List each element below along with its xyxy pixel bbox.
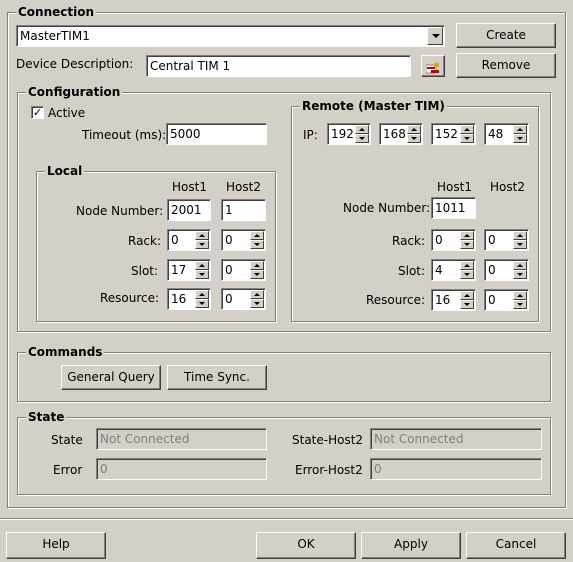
spin-down-icon[interactable] [355,134,369,143]
remote-rack-host2-stepper[interactable]: 0 [484,229,529,251]
spin-up-icon[interactable] [460,125,474,134]
remote-legend: Remote (Master TIM) [300,98,447,114]
help-button[interactable]: Help [6,532,106,559]
local-host1-header: Host1 [172,180,207,194]
spin-down-icon[interactable] [195,299,209,308]
remove-button[interactable]: Remove [456,53,556,78]
spin-up-icon[interactable] [195,261,209,270]
spin-down-icon[interactable] [250,240,264,249]
active-checkbox[interactable]: ✓ [31,106,44,119]
footer-divider [0,518,573,520]
spin-up-icon[interactable] [513,231,527,240]
spin-up-icon[interactable] [460,291,474,300]
timeout-label: Timeout (ms): [82,128,167,142]
spin-down-icon[interactable] [460,134,474,143]
remote-ip-octet-3[interactable]: 152 [431,123,476,145]
configuration-legend: Configuration [26,84,123,100]
spin-down-icon[interactable] [250,270,264,279]
error-host2-label: Error-Host2 [295,463,363,477]
checkmark-icon: ✓ [32,106,43,119]
local-resource-host1-stepper[interactable]: 16 [167,288,211,310]
spin-down-icon[interactable] [460,240,474,249]
spin-up-icon[interactable] [460,231,474,240]
ok-button[interactable]: OK [256,532,356,559]
spin-up-icon[interactable] [195,231,209,240]
connection-select[interactable]: MasterTIM1 [16,25,445,47]
local-slot-host2-stepper[interactable]: 0 [221,259,266,281]
remote-node-number-host1[interactable]: 1011 [431,197,476,219]
state-host2-field: Not Connected [370,428,542,450]
time-sync-button[interactable]: Time Sync. [167,365,267,390]
spin-up-icon[interactable] [513,291,527,300]
connection-legend: Connection [16,4,97,20]
remote-ip-octet-1[interactable]: 192 [327,123,371,145]
remote-ip-octet-4[interactable]: 48 [484,123,529,145]
spin-down-icon[interactable] [250,299,264,308]
local-legend: Local [45,163,85,179]
spin-up-icon[interactable] [355,125,369,134]
local-slot-host1-stepper[interactable]: 17 [167,259,211,281]
cancel-button[interactable]: Cancel [466,532,566,559]
device-browse-button[interactable] [421,55,445,77]
spin-up-icon[interactable] [195,290,209,299]
remote-slot-host2-stepper[interactable]: 0 [484,259,529,281]
spin-down-icon[interactable] [460,300,474,309]
spin-up-icon[interactable] [407,125,421,134]
active-label: Active [48,106,86,120]
spin-down-icon[interactable] [513,270,527,279]
remote-rack-label: Rack: [392,234,426,248]
remote-rack-host1-stepper[interactable]: 0 [431,229,476,251]
spin-down-icon[interactable] [513,134,527,143]
spin-down-icon[interactable] [513,300,527,309]
device-description-field[interactable]: Central TIM 1 [146,55,411,77]
local-node-number-host1[interactable]: 2001 [167,199,211,221]
device-browse-icon [425,60,440,74]
remote-slot-label: Slot: [398,264,426,278]
remote-ip-octet-2[interactable]: 168 [379,123,423,145]
remote-slot-host1-stepper[interactable]: 4 [431,259,476,281]
local-host2-header: Host2 [226,180,261,194]
apply-button[interactable]: Apply [361,532,461,559]
remote-resource-host2-stepper[interactable]: 0 [484,289,529,311]
spin-up-icon[interactable] [460,261,474,270]
remote-resource-label: Resource: [366,293,426,307]
state-label: State [51,433,83,447]
commands-legend: Commands [26,344,105,360]
spin-down-icon[interactable] [513,240,527,249]
local-node-number-host2[interactable]: 1 [221,199,266,221]
spin-down-icon[interactable] [195,270,209,279]
remote-resource-host1-stepper[interactable]: 16 [431,289,476,311]
general-query-button[interactable]: General Query [61,365,161,390]
error-host2-field: 0 [370,458,542,480]
local-slot-label: Slot: [131,264,159,278]
spin-up-icon[interactable] [250,261,264,270]
remote-node-number-label: Node Number: [343,201,431,215]
spin-up-icon[interactable] [250,290,264,299]
create-button[interactable]: Create [456,23,556,48]
local-resource-host2-stepper[interactable]: 0 [221,288,266,310]
state-field: Not Connected [96,428,267,450]
remote-ip-label: IP: [303,128,318,142]
device-description-label: Device Description: [16,57,134,71]
chevron-down-icon[interactable] [427,27,443,45]
local-rack-label: Rack: [128,234,162,248]
local-rack-host2-stepper[interactable]: 0 [221,229,266,251]
local-rack-host1-stepper[interactable]: 0 [167,229,211,251]
state-host2-label: State-Host2 [292,433,364,447]
local-resource-label: Resource: [100,291,160,305]
local-node-number-label: Node Number: [76,204,164,218]
connection-select-value: MasterTIM1 [20,29,90,43]
spin-up-icon[interactable] [513,125,527,134]
error-field: 0 [96,458,267,480]
remote-host2-header: Host2 [490,180,525,194]
spin-down-icon[interactable] [460,270,474,279]
remote-host1-header: Host1 [437,180,472,194]
spin-down-icon[interactable] [407,134,421,143]
spin-down-icon[interactable] [195,240,209,249]
state-legend: State [26,409,67,425]
error-label: Error [53,463,83,477]
timeout-field[interactable]: 5000 [166,123,267,145]
spin-up-icon[interactable] [250,231,264,240]
spin-up-icon[interactable] [513,261,527,270]
